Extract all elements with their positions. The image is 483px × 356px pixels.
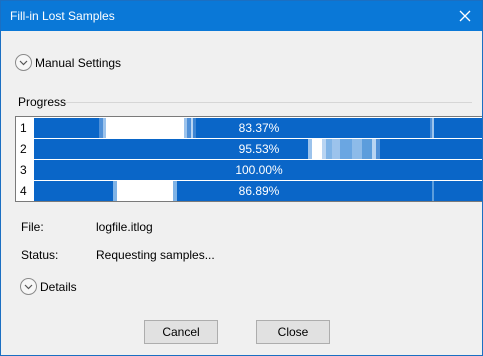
progress-row: 4 86.89% <box>16 181 482 201</box>
progress-list: 1 83.37% 2 95.53% 3 100.00% 4 86.89% <box>15 116 482 202</box>
progress-group-label: Progress <box>18 95 67 109</box>
manual-settings-expander[interactable]: Manual Settings <box>15 54 121 71</box>
progress-percent: 100.00% <box>235 163 283 177</box>
details-expander[interactable]: Details <box>20 278 77 295</box>
close-icon <box>459 10 471 22</box>
file-value: logfile.itlog <box>96 220 153 234</box>
row-index: 1 <box>16 118 34 138</box>
row-index: 2 <box>16 139 34 159</box>
progress-bar: 95.53% <box>34 139 482 159</box>
window-title: Fill-in Lost Samples <box>10 9 115 23</box>
row-index: 3 <box>16 160 34 180</box>
status-label: Status: <box>21 248 59 262</box>
progress-bar: 100.00% <box>34 160 482 180</box>
fill-in-lost-samples-dialog: Fill-in Lost Samples Manual Settings Pro… <box>0 0 483 356</box>
progress-bar: 83.37% <box>34 118 482 138</box>
close-button[interactable]: Close <box>256 320 330 344</box>
group-divider <box>65 102 472 103</box>
progress-percent: 95.53% <box>238 142 280 156</box>
cancel-button[interactable]: Cancel <box>144 320 218 344</box>
chevron-down-icon <box>15 54 32 71</box>
progress-percent: 86.89% <box>238 184 280 198</box>
row-index: 4 <box>16 181 34 201</box>
progress-bar: 86.89% <box>34 181 482 201</box>
status-value: Requesting samples... <box>96 248 215 262</box>
progress-percent: 83.37% <box>238 121 280 135</box>
progress-row: 1 83.37% <box>16 118 482 138</box>
details-label: Details <box>40 279 77 294</box>
progress-row: 3 100.00% <box>16 160 482 180</box>
title-bar: Fill-in Lost Samples <box>1 1 482 31</box>
file-label: File: <box>21 220 44 234</box>
manual-settings-label: Manual Settings <box>35 55 122 70</box>
close-window-button[interactable] <box>448 1 482 31</box>
progress-row: 2 95.53% <box>16 139 482 159</box>
chevron-down-icon <box>20 278 37 295</box>
